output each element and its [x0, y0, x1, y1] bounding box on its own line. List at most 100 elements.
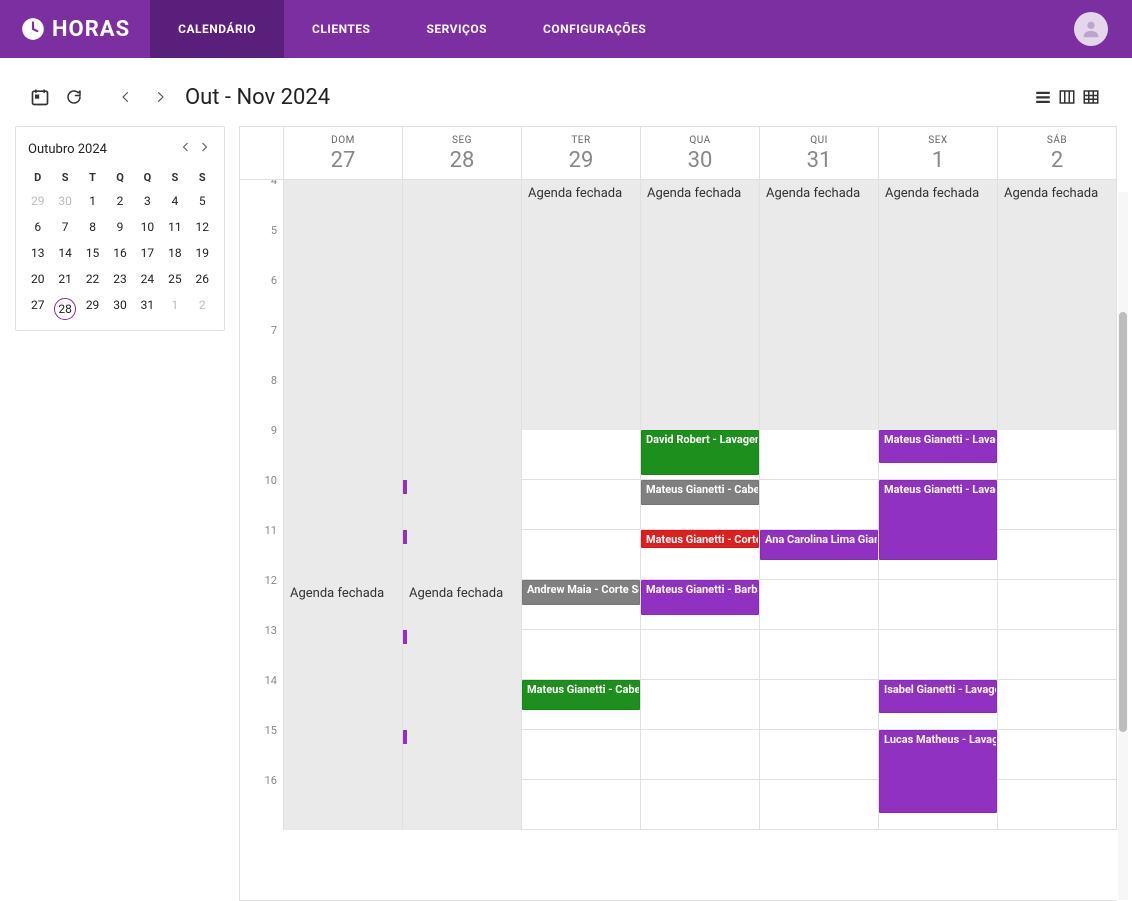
mini-day[interactable]: 19 — [189, 240, 216, 266]
day-header[interactable]: SEG28 — [403, 127, 522, 179]
calendar-event[interactable]: Mateus Gianetti - Cabelo — [522, 680, 640, 710]
mini-day[interactable]: 30 — [106, 292, 133, 326]
mini-day[interactable]: 2 — [106, 188, 133, 214]
mini-day[interactable]: 5 — [189, 188, 216, 214]
mini-day[interactable]: 15 — [79, 240, 106, 266]
mini-day[interactable]: 25 — [161, 266, 188, 292]
closed-block: Agenda fechada — [998, 180, 1116, 430]
day-header-num: 28 — [403, 148, 521, 173]
day-header[interactable]: DOM27 — [284, 127, 403, 179]
mini-day[interactable]: 7 — [51, 214, 78, 240]
day-header-dow: DOM — [284, 135, 402, 146]
mini-day[interactable]: 6 — [24, 214, 51, 240]
day-header[interactable]: SEX1 — [879, 127, 998, 179]
day-header[interactable]: TER29 — [522, 127, 641, 179]
mini-day[interactable]: 12 — [189, 214, 216, 240]
calendar-event[interactable]: Mateus Gianetti - Lavagem — [879, 480, 997, 560]
mini-prev-button[interactable] — [178, 141, 194, 157]
mini-day[interactable]: 26 — [189, 266, 216, 292]
day-header[interactable]: QUI 31 — [760, 127, 879, 179]
mini-day[interactable]: 29 — [24, 188, 51, 214]
mini-next-button[interactable] — [196, 141, 212, 157]
mini-day[interactable]: 10 — [134, 214, 161, 240]
day-header-dow: QUI — [760, 135, 878, 146]
refresh-button[interactable] — [57, 80, 91, 114]
mini-day[interactable]: 31 — [134, 292, 161, 326]
nav-clientes[interactable]: CLIENTES — [284, 0, 398, 58]
calendar-event[interactable]: David Robert - Lavagem — [641, 430, 759, 475]
calendar-event[interactable]: Ana Carolina Lima Gianetti — [760, 530, 878, 560]
calendar-vertical-scrollbar[interactable] — [1118, 192, 1128, 900]
closed-block: Agenda fechada — [403, 180, 521, 830]
view-week-button[interactable] — [1057, 87, 1077, 107]
day-column[interactable]: Agenda fechada Ana Carolina Lima Gianetti — [760, 180, 879, 830]
calendar-event[interactable]: Isabel Gianetti - Lavagem — [879, 680, 997, 713]
day-header[interactable]: QUA 30 — [641, 127, 760, 179]
closed-block: Agenda fechada — [879, 180, 997, 430]
mini-day[interactable]: 16 — [106, 240, 133, 266]
calendar-event[interactable]: Mateus Gianetti - Corte Especial — [641, 530, 759, 548]
mini-day[interactable]: 8 — [79, 214, 106, 240]
mini-day[interactable]: 23 — [106, 266, 133, 292]
view-agenda-button[interactable] — [1033, 87, 1053, 107]
mini-day[interactable]: 14 — [51, 240, 78, 266]
week-icon — [1058, 88, 1076, 106]
mini-day[interactable]: 17 — [134, 240, 161, 266]
mini-day[interactable]: 9 — [106, 214, 133, 240]
mini-day[interactable]: 29 — [79, 292, 106, 326]
day-column[interactable]: Agenda fechadaAndrew Maia - Corte Social… — [522, 180, 641, 830]
calendar-event[interactable]: Lucas Matheus - Lavagem — [879, 730, 997, 813]
closed-block: Agenda fechada — [284, 180, 402, 830]
nav-calendario[interactable]: CALENDÁRIO — [150, 0, 284, 58]
day-column[interactable]: Agenda fechada — [284, 180, 403, 830]
mini-day[interactable]: 20 — [24, 266, 51, 292]
nav-configuracoes[interactable]: CONFIGURAÇÕES — [515, 0, 674, 58]
mini-day[interactable]: 28 — [51, 292, 78, 326]
closed-block: Agenda fechada — [760, 180, 878, 430]
calendar-event[interactable]: Andrew Maia - Corte Social — [522, 580, 640, 605]
prev-period-button[interactable] — [109, 80, 143, 114]
mini-day[interactable]: 4 — [161, 188, 188, 214]
view-switcher — [1033, 87, 1109, 107]
day-column[interactable]: Agenda fechada — [403, 180, 522, 830]
mini-dow: T — [79, 167, 106, 188]
mini-day[interactable]: 3 — [134, 188, 161, 214]
day-column[interactable]: Agenda fechadaMateus Gianetti - LavagemM… — [879, 180, 998, 830]
week-calendar: DOM27SEG28TER29QUA30QUI31SEX1SÁB2 456789… — [239, 126, 1117, 901]
time-marker — [403, 480, 407, 494]
hour-label: 10 — [265, 474, 277, 487]
mini-day[interactable]: 11 — [161, 214, 188, 240]
hour-label: 8 — [271, 374, 277, 387]
mini-day[interactable]: 27 — [24, 292, 51, 326]
day-header[interactable]: SÁB2 — [998, 127, 1117, 179]
calendar-event[interactable]: Mateus Gianetti - Lavagem — [879, 430, 997, 463]
clock-icon — [20, 16, 46, 42]
nav-servicos[interactable]: SERVIÇOS — [398, 0, 515, 58]
calendar-event[interactable]: Mateus Gianetti - Barba — [641, 580, 759, 615]
calendar-event[interactable]: Mateus Gianetti - Cabelo — [641, 480, 759, 505]
chevron-right-icon — [198, 141, 210, 153]
mini-day[interactable]: 18 — [161, 240, 188, 266]
mini-day[interactable]: 24 — [134, 266, 161, 292]
mini-day[interactable]: 21 — [51, 266, 78, 292]
today-button[interactable] — [23, 80, 57, 114]
mini-day[interactable]: 2 — [189, 292, 216, 326]
view-month-button[interactable] — [1081, 87, 1101, 107]
refresh-icon — [65, 88, 83, 106]
mini-day[interactable]: 1 — [161, 292, 188, 326]
scrollbar-thumb[interactable] — [1119, 312, 1127, 732]
mini-day[interactable]: 30 — [51, 188, 78, 214]
user-menu-button[interactable] — [1074, 12, 1108, 46]
mini-calendar-title: Outubro 2024 — [28, 142, 178, 157]
day-header-dow: QUA — [641, 135, 759, 146]
next-period-button[interactable] — [143, 80, 177, 114]
day-column[interactable]: Agenda fechada — [998, 180, 1117, 830]
time-marker — [403, 630, 407, 644]
day-header-num: 31 — [760, 148, 878, 173]
day-header-num: 30 — [641, 148, 759, 173]
mini-day[interactable]: 22 — [79, 266, 106, 292]
mini-day[interactable]: 1 — [79, 188, 106, 214]
day-column[interactable]: Agenda fechadaDavid Robert - LavagemMate… — [641, 180, 760, 830]
mini-day[interactable]: 13 — [24, 240, 51, 266]
calendar-today-icon — [30, 87, 50, 107]
